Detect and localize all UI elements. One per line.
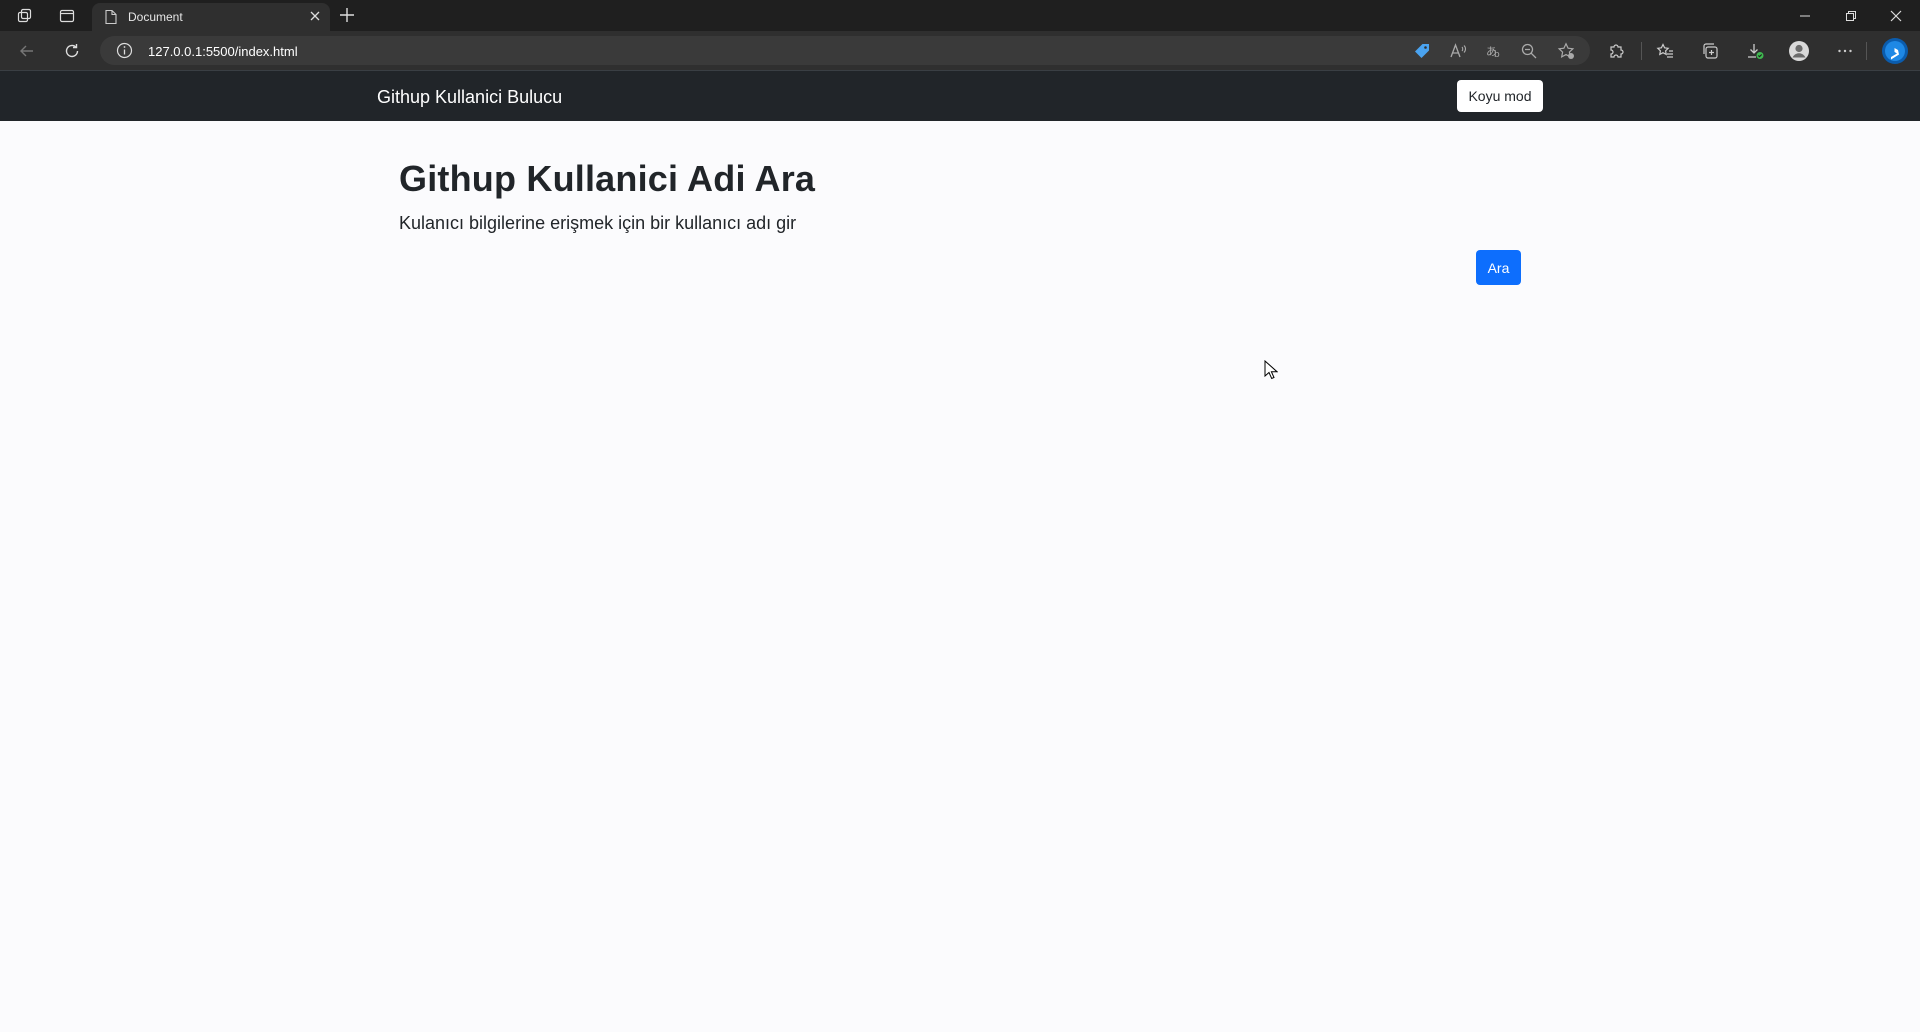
address-bar[interactable]: 127.0.0.1:5500/index.html (100, 36, 1590, 65)
mouse-cursor-icon (1264, 359, 1279, 385)
star-add-icon[interactable] (1555, 40, 1577, 62)
browser-titlebar: Document (0, 0, 1920, 31)
plus-icon[interactable] (338, 6, 356, 29)
collections-icon[interactable] (1699, 40, 1721, 62)
toolbar-divider (1641, 42, 1642, 60)
tab-title: Document (128, 10, 183, 24)
page-icon (104, 9, 118, 30)
back-arrow-icon[interactable] (16, 40, 38, 62)
navbar: Githup Kullanici Bulucu Koyu mod (0, 70, 1920, 121)
page-lead: Kulanıcı bilgilerine erişmek için bir ku… (399, 213, 797, 233)
download-icon[interactable] (1744, 40, 1766, 62)
url-text: 127.0.0.1:5500/index.html (148, 44, 298, 59)
refresh-icon[interactable] (61, 40, 83, 62)
page-title: Githup Kullanici Adi Ara (399, 158, 816, 199)
zoom-out-icon[interactable] (1518, 40, 1540, 62)
workspaces-icon[interactable] (15, 6, 35, 26)
profile-icon[interactable] (1788, 40, 1810, 62)
navbar-brand[interactable]: Githup Kullanici Bulucu (377, 87, 562, 108)
close-icon[interactable] (308, 9, 322, 28)
browser-toolbar: 127.0.0.1:5500/index.html あb (0, 31, 1920, 70)
svg-text:b: b (1494, 50, 1500, 60)
info-icon[interactable] (116, 42, 133, 64)
toolbar-divider (1866, 42, 1867, 60)
search-button[interactable]: Ara (1476, 250, 1521, 285)
more-icon[interactable] (1834, 40, 1856, 62)
puzzle-icon[interactable] (1606, 40, 1628, 62)
favorites-icon[interactable] (1654, 40, 1676, 62)
browser-tab[interactable]: Document (92, 3, 330, 31)
window-close-icon[interactable] (1886, 6, 1906, 26)
tag-icon[interactable] (1411, 40, 1433, 62)
dark-mode-button[interactable]: Koyu mod (1457, 80, 1543, 112)
minimize-icon[interactable] (1795, 6, 1815, 26)
restore-icon[interactable] (1841, 6, 1861, 26)
translate-icon[interactable]: あb (1483, 40, 1505, 62)
tab-actions-icon[interactable] (57, 6, 77, 26)
read-aloud-icon[interactable] (1447, 40, 1469, 62)
bing-icon[interactable] (1881, 37, 1909, 65)
